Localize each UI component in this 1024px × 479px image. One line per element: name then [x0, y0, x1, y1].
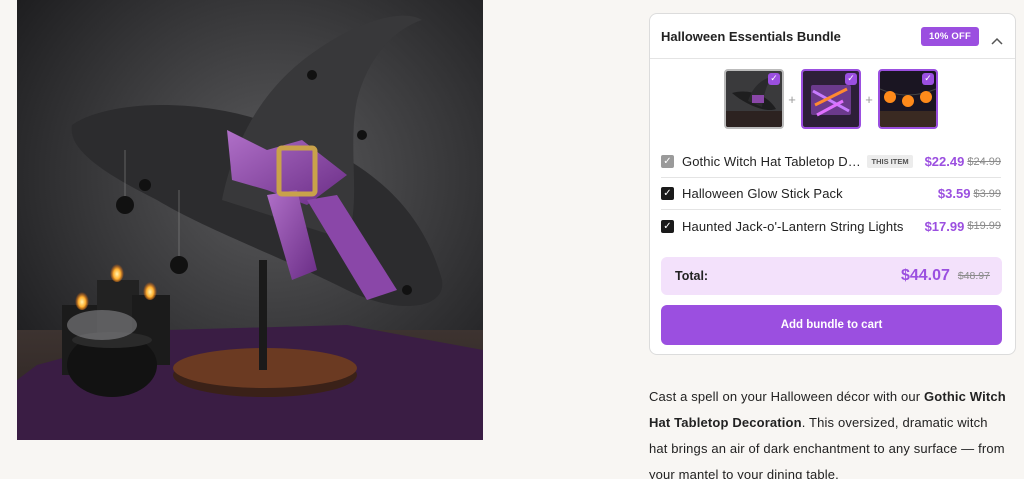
item-original-price: $19.99	[967, 220, 1001, 232]
bundle-total: Total: $44.07 $48.97	[661, 257, 1002, 295]
product-description: Cast a spell on your Halloween décor wit…	[649, 384, 1009, 479]
check-icon: ✓	[922, 73, 934, 85]
bundle-title: Halloween Essentials Bundle	[661, 28, 841, 44]
item-checkbox[interactable]: ✓	[661, 155, 674, 168]
item-original-price: $24.99	[967, 155, 1001, 168]
item-sale-price: $3.59	[937, 186, 971, 201]
bundle-item: ✓ Haunted Jack-o'-Lantern String Lights …	[661, 210, 1001, 242]
check-icon: ✓	[845, 73, 857, 85]
item-sale-price: $22.49	[924, 154, 965, 169]
bundle-item: ✓ Halloween Glow Stick Pack $3.59 $3.99	[661, 178, 1001, 210]
bundle-card: Halloween Essentials Bundle 10% OFF ✓ +	[649, 13, 1016, 355]
discount-badge: 10% OFF	[920, 26, 979, 46]
description-intro: Cast a spell on your Halloween décor wit…	[649, 389, 924, 404]
check-icon: ✓	[768, 73, 780, 85]
item-name[interactable]: Haunted Jack-o'-Lantern String Lights	[682, 219, 919, 234]
add-bundle-to-cart-button[interactable]: Add bundle to cart	[661, 305, 1002, 345]
chevron-up-icon[interactable]	[991, 32, 1003, 45]
product-image[interactable]	[17, 0, 483, 440]
witch-hat-product-photo	[17, 0, 483, 440]
plus-separator: +	[788, 92, 796, 107]
thumbnail-glow-sticks[interactable]: ✓	[801, 69, 861, 129]
thumbnail-jack-o-lantern-lights[interactable]: ✓	[878, 69, 938, 129]
item-name[interactable]: Gothic Witch Hat Tabletop Decoration	[682, 154, 861, 169]
plus-separator: +	[865, 92, 873, 107]
item-original-price: $3.99	[973, 187, 1001, 200]
this-item-badge: THIS ITEM	[867, 155, 913, 168]
total-original-price: $48.97	[957, 270, 990, 282]
bundle-item-list: ✓ Gothic Witch Hat Tabletop Decoration T…	[661, 146, 1001, 242]
bundle-item: ✓ Gothic Witch Hat Tabletop Decoration T…	[661, 146, 1001, 178]
total-label: Total:	[675, 269, 709, 283]
item-checkbox[interactable]: ✓	[661, 219, 674, 233]
bundle-thumbnails: ✓ + ✓ + ✓	[650, 69, 1015, 131]
total-sale-price: $44.07	[900, 267, 950, 284]
bundle-header[interactable]: Halloween Essentials Bundle 10% OFF	[650, 14, 1015, 59]
item-checkbox[interactable]: ✓	[661, 187, 674, 200]
item-name[interactable]: Halloween Glow Stick Pack	[682, 186, 932, 201]
item-sale-price: $17.99	[924, 218, 965, 234]
thumbnail-witch-hat[interactable]: ✓	[724, 69, 784, 129]
